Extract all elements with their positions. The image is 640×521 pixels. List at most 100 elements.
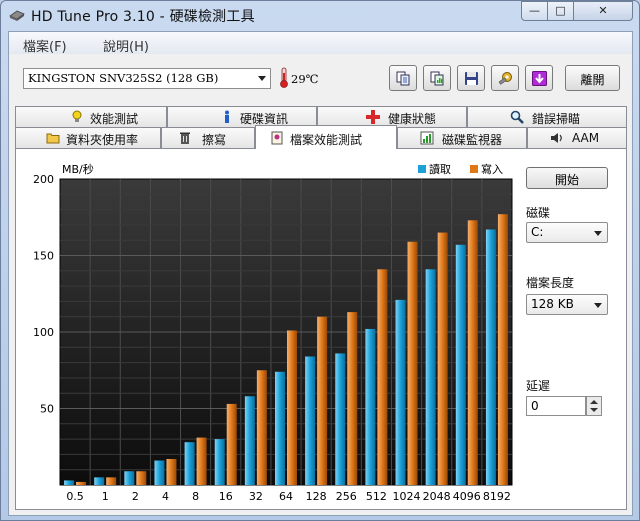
y-tick-label: 200	[33, 173, 54, 186]
y-tick-label: 100	[33, 326, 54, 339]
file-benchmark-icon	[271, 131, 283, 145]
write-bar	[437, 232, 448, 485]
download-button[interactable]	[525, 65, 553, 91]
read-bar	[64, 480, 75, 485]
read-bar	[124, 471, 135, 485]
tab-folder-usage-label: 資料夾使用率	[66, 133, 139, 147]
legend-swatch	[418, 165, 426, 173]
magnifier-icon	[510, 110, 524, 124]
read-bar	[214, 439, 225, 485]
health-cross-icon	[366, 110, 380, 124]
legend-label: 讀取	[429, 162, 451, 176]
copy-screenshot-icon	[430, 71, 444, 86]
x-tick-label: 2	[132, 490, 139, 503]
read-bar	[154, 460, 165, 485]
read-bar	[275, 371, 285, 485]
file-length-label: 檔案長度	[526, 276, 575, 290]
read-bar	[485, 229, 496, 485]
floppy-disk-icon	[465, 72, 478, 85]
drive-letter-select[interactable]: C:	[526, 222, 608, 243]
tab-error-scan-label: 錯誤掃瞄	[532, 112, 581, 126]
tab-error-scan[interactable]: 錯誤掃瞄	[467, 106, 627, 127]
copy-info-button[interactable]	[389, 65, 417, 91]
tab-erase-label: 擦寫	[202, 133, 227, 147]
wrench-icon	[498, 72, 512, 85]
menu-bar: 檔案(F) 說明(H)	[9, 32, 632, 55]
delay-label: 延遲	[526, 379, 551, 393]
tab-disk-monitor[interactable]: 磁碟監視器	[397, 127, 527, 148]
thermometer-icon	[280, 67, 288, 88]
tab-benchmark[interactable]: 效能測試	[15, 106, 167, 127]
menu-file[interactable]: 檔案(F)	[23, 36, 67, 55]
read-bar	[455, 244, 466, 485]
tab-info[interactable]: 硬碟資訊	[167, 106, 317, 127]
client-area: 檔案(F) 說明(H) KINGSTON SNV325S2 (128 GB) 2…	[8, 31, 633, 516]
write-bar	[347, 312, 358, 485]
write-bar	[287, 330, 297, 485]
trash-icon	[180, 132, 190, 144]
write-bar	[226, 403, 237, 485]
minimize-button[interactable]: —	[521, 1, 548, 21]
y-tick-label: 50	[40, 403, 54, 416]
tab-erase[interactable]: 擦寫	[161, 127, 255, 148]
write-bar	[106, 477, 117, 485]
minimize-icon: —	[529, 4, 540, 17]
delay-input[interactable]: 0	[526, 396, 586, 416]
chevron-down-icon	[594, 231, 602, 236]
file-length-select[interactable]: 128 KB	[526, 294, 608, 315]
legend-swatch	[470, 165, 478, 173]
copy-screenshot-button[interactable]	[423, 65, 451, 91]
copy-icon	[396, 71, 410, 86]
exit-button[interactable]: 離開	[565, 65, 620, 91]
write-bar	[377, 269, 388, 485]
read-bar	[425, 269, 436, 485]
drive-select[interactable]: KINGSTON SNV325S2 (128 GB)	[23, 68, 271, 89]
title-bar[interactable]: HD Tune Pro 3.10 - 硬碟檢測工具 — □ ✕	[1, 1, 639, 31]
options-button[interactable]	[491, 65, 519, 91]
write-bar	[136, 471, 147, 485]
chevron-down-icon	[594, 303, 602, 308]
delay-stepper[interactable]	[586, 396, 602, 416]
tab-aam[interactable]: AAM	[527, 127, 627, 148]
x-tick-label: 2048	[423, 490, 451, 503]
read-bar	[335, 353, 346, 485]
window-title: HD Tune Pro 3.10 - 硬碟檢測工具	[31, 9, 255, 25]
drive-label: 磁碟	[526, 206, 551, 220]
spin-down-icon[interactable]	[590, 408, 598, 412]
close-icon: ✕	[598, 4, 608, 17]
menu-help[interactable]: 說明(H)	[103, 36, 149, 55]
read-bar	[305, 356, 316, 485]
info-icon	[225, 110, 229, 123]
x-tick-label: 8	[192, 490, 199, 503]
write-bar	[76, 481, 87, 485]
x-tick-label: 64	[279, 490, 293, 503]
read-bar	[244, 396, 255, 485]
close-button[interactable]: ✕	[573, 1, 633, 21]
read-bar	[365, 328, 376, 485]
y-axis-label: MB/秒	[62, 162, 94, 176]
tab-benchmark-label: 效能測試	[90, 112, 139, 126]
read-bar	[94, 477, 105, 485]
transfer-rate-chart: 50 100 150 200 MB/秒 讀取 寫入 0.5 1 2 4 8 16 32 64 128 256 51…	[33, 162, 513, 503]
save-button[interactable]	[457, 65, 485, 91]
x-tick-label: 128	[306, 490, 327, 503]
write-bar	[196, 437, 207, 485]
x-tick-label: 1	[102, 490, 109, 503]
tab-folder-usage[interactable]: 資料夾使用率	[15, 127, 161, 148]
file-length-value: 128 KB	[531, 297, 574, 311]
start-button[interactable]: 開始	[526, 167, 608, 189]
tab-health[interactable]: 健康狀態	[317, 106, 467, 127]
file-benchmark-panel: 50 100 150 200 MB/秒 讀取 寫入 0.5 1 2 4 8 16 32 64 128 256 51…	[15, 148, 627, 510]
chart-icon	[420, 131, 434, 145]
write-bar	[317, 316, 328, 485]
spin-up-icon[interactable]	[590, 400, 598, 404]
maximize-button[interactable]: □	[547, 1, 574, 21]
write-bar	[407, 241, 418, 485]
write-bar	[497, 214, 508, 485]
legend-label: 寫入	[481, 162, 503, 176]
app-window: HD Tune Pro 3.10 - 硬碟檢測工具 — □ ✕ 檔案(F) 說明…	[0, 0, 640, 521]
tab-aam-label: AAM	[572, 131, 600, 145]
read-bar	[395, 299, 406, 485]
temperature-readout: 29℃	[291, 72, 319, 86]
tab-file-benchmark[interactable]: 檔案效能測試	[255, 125, 397, 149]
